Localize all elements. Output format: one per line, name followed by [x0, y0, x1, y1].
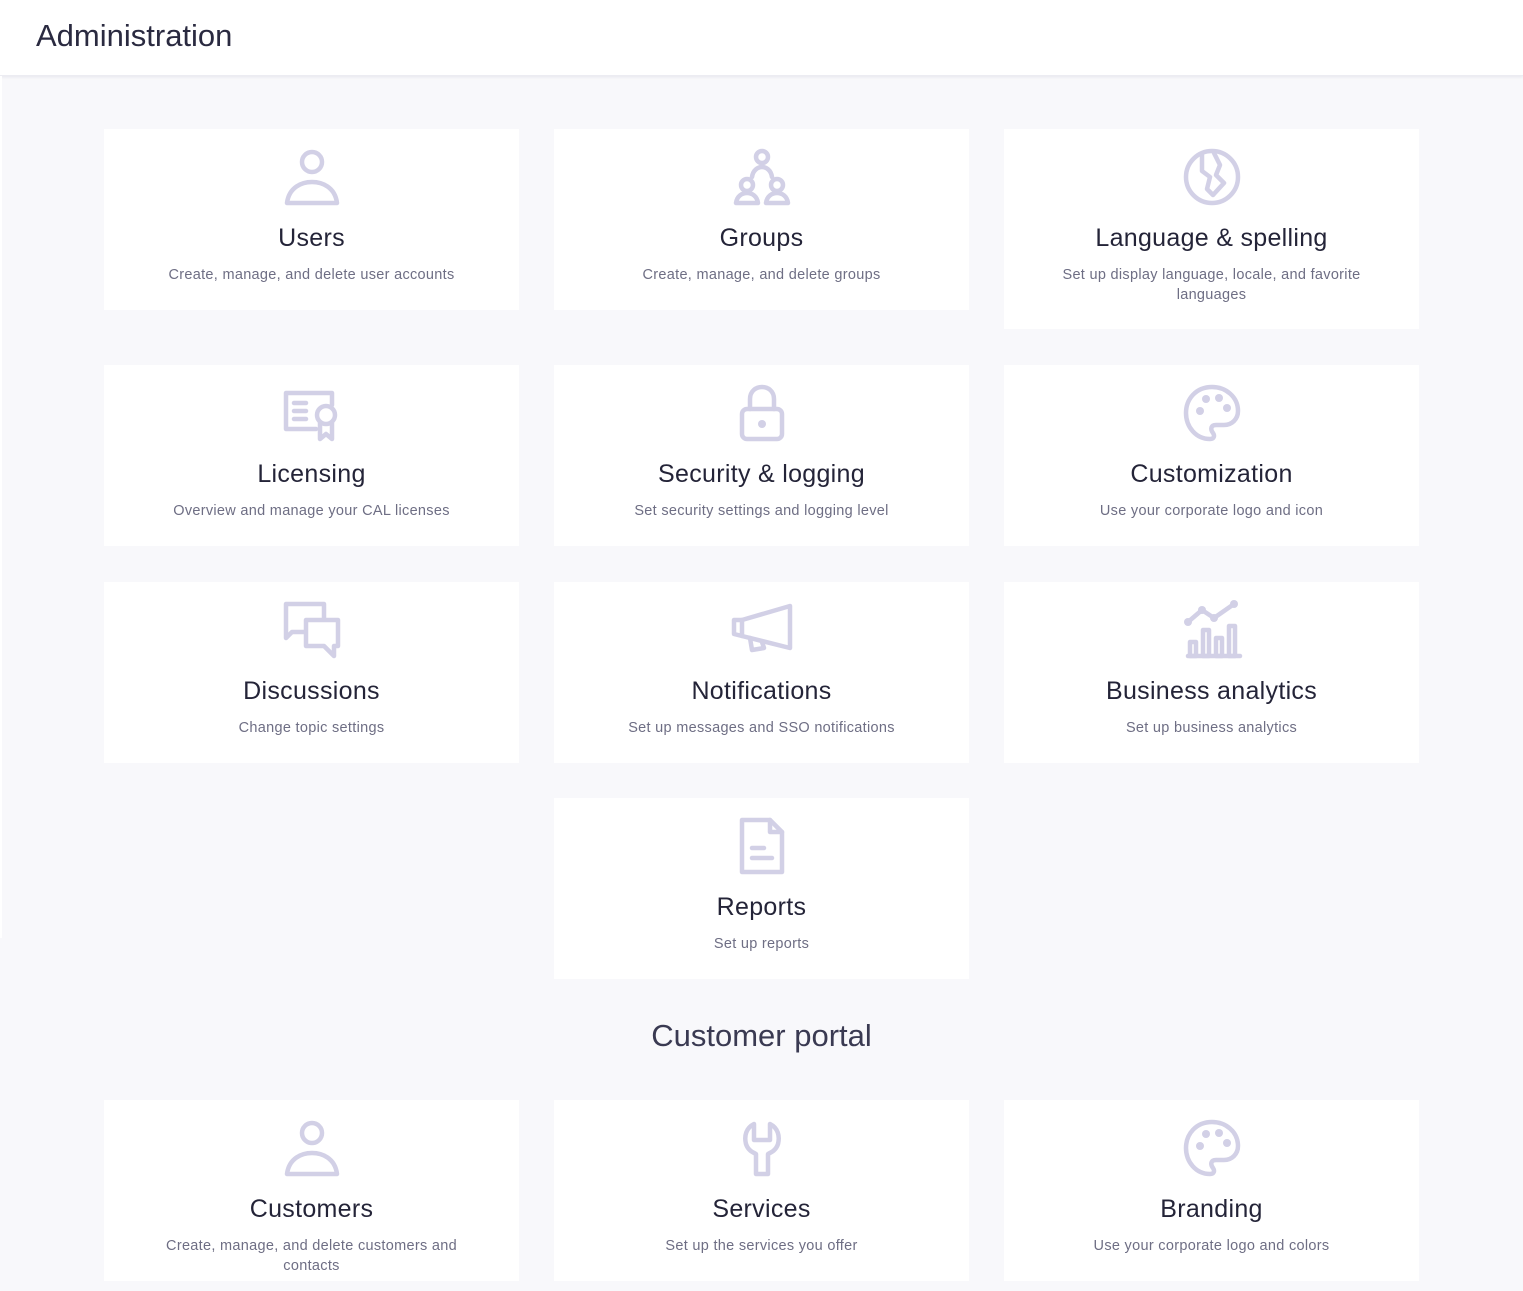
megaphone-icon [730, 598, 794, 662]
card-title: Users [278, 224, 345, 252]
globe-icon [1180, 145, 1244, 209]
card-description: Set up display language, locale, and fav… [1062, 267, 1361, 303]
card-business-analytics[interactable]: Business analytics Set up business analy… [1004, 582, 1419, 763]
palette-icon [1180, 381, 1244, 445]
card-title: Groups [719, 224, 804, 252]
card-licensing[interactable]: Licensing Overview and manage your CAL l… [104, 365, 519, 546]
card-description: Use your corporate logo and colors [1093, 1238, 1330, 1254]
card-services[interactable]: Services Set up the services you offer [554, 1100, 969, 1281]
card-description: Create, manage, and delete user accounts [168, 267, 455, 283]
card-title: Notifications [691, 677, 832, 705]
card-description: Set up reports [713, 936, 810, 952]
certificate-icon [280, 381, 344, 445]
groups-icon [730, 145, 794, 209]
chat-bubbles-icon [280, 598, 344, 662]
card-description: Create, manage, and delete customers and… [166, 1238, 457, 1274]
card-description: Set up messages and SSO notifications [628, 720, 895, 736]
card-customers[interactable]: Customers Create, manage, and delete cus… [104, 1100, 519, 1281]
card-title: Reports [716, 893, 807, 921]
card-title: Security & logging [658, 460, 865, 488]
card-customization[interactable]: Customization Use your corporate logo an… [1004, 365, 1419, 546]
card-description: Set security settings and logging level [634, 503, 889, 519]
card-title: Business analytics [1105, 677, 1318, 705]
card-security-logging[interactable]: Security & logging Set security settings… [554, 365, 969, 546]
card-notifications[interactable]: Notifications Set up messages and SSO no… [554, 582, 969, 763]
document-icon [730, 814, 794, 878]
left-edge-strip [0, 76, 2, 938]
card-title: Discussions [243, 677, 380, 705]
lock-icon [730, 381, 794, 445]
page-title: Administration [36, 18, 233, 53]
card-title: Licensing [257, 460, 366, 488]
page-header: Administration [0, 0, 1523, 76]
palette-icon [1180, 1116, 1244, 1180]
card-users[interactable]: Users Create, manage, and delete user ac… [104, 129, 519, 310]
card-title: Services [712, 1195, 811, 1223]
card-description: Set up business analytics [1125, 720, 1298, 736]
card-title: Branding [1160, 1195, 1263, 1223]
card-groups[interactable]: Groups Create, manage, and delete groups [554, 129, 969, 310]
card-description: Overview and manage your CAL licenses [173, 503, 450, 519]
card-description: Set up the services you offer [665, 1238, 858, 1254]
card-branding[interactable]: Branding Use your corporate logo and col… [1004, 1100, 1419, 1281]
card-language-spelling[interactable]: Language & spelling Set up display langu… [1004, 129, 1419, 329]
section-title-customer-portal: Customer portal [651, 1018, 872, 1053]
card-title: Language & spelling [1095, 224, 1328, 252]
card-discussions[interactable]: Discussions Change topic settings [104, 582, 519, 763]
analytics-chart-icon [1180, 598, 1244, 662]
card-title: Customization [1130, 460, 1293, 488]
card-description: Change topic settings [238, 720, 385, 736]
user-icon [280, 1116, 344, 1180]
card-description: Use your corporate logo and icon [1099, 503, 1324, 519]
card-description: Create, manage, and delete groups [642, 267, 881, 283]
card-title: Customers [249, 1195, 374, 1223]
user-icon [280, 145, 344, 209]
card-reports[interactable]: Reports Set up reports [554, 798, 969, 979]
wrench-icon [730, 1116, 794, 1180]
